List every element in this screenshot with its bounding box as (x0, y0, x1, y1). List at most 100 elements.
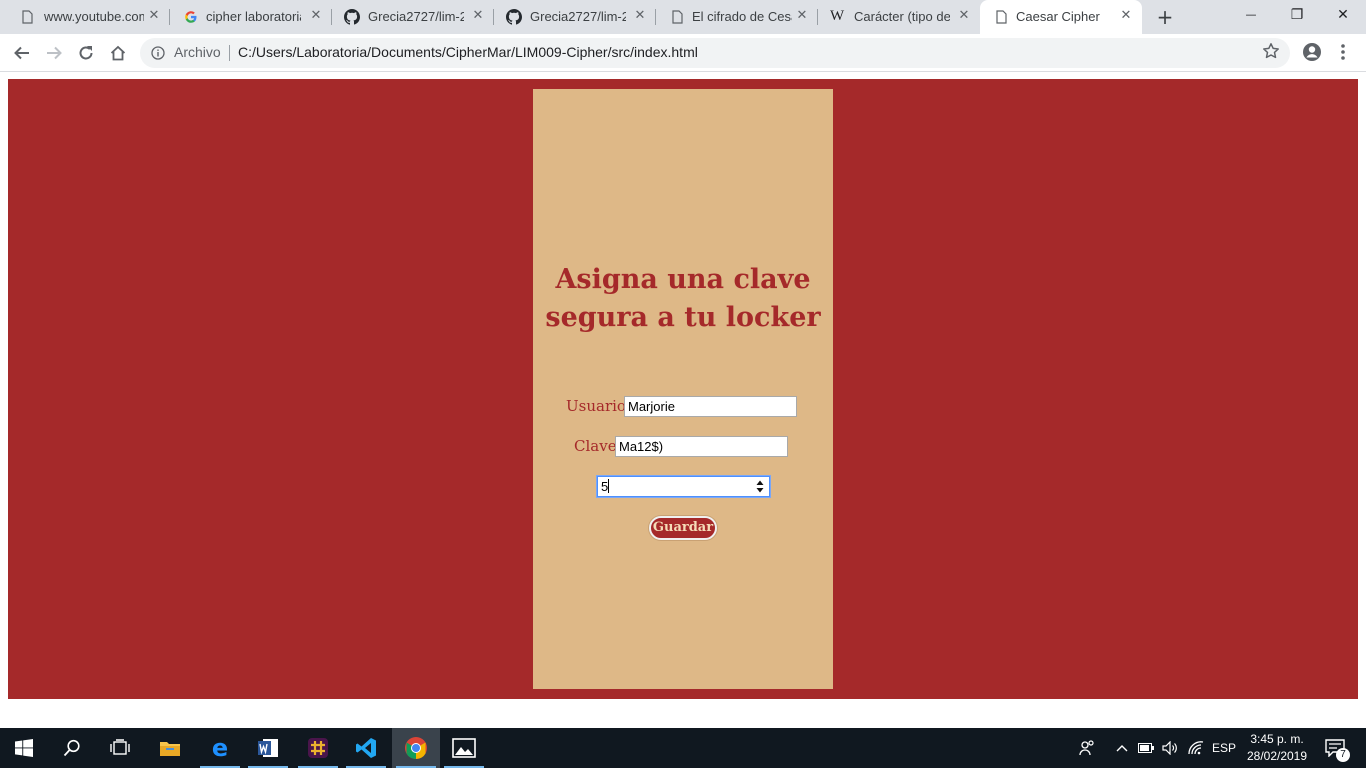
close-tab-icon[interactable]: ✕ (470, 8, 486, 24)
tab-title: Carácter (tipo de d (854, 9, 950, 24)
number-spinner-icon[interactable] (755, 479, 765, 494)
google-icon (185, 11, 197, 23)
start-button[interactable] (0, 728, 48, 768)
bookmark-star-icon[interactable] (1262, 42, 1280, 60)
reload-icon (79, 46, 93, 60)
user-label: Usuario (566, 397, 626, 415)
task-view-icon (110, 739, 130, 755)
tab-github-1[interactable]: Grecia2727/lim-20 ✕ (332, 0, 494, 34)
page-heading: Asigna una clave segura a tu locker (545, 264, 821, 333)
tab-title: cipher laboratoria (206, 9, 301, 24)
wikipedia-icon: W (830, 8, 845, 24)
page-icon (672, 10, 683, 24)
tab-youtube[interactable]: www.youtube.com ✕ (0, 0, 170, 34)
home-button[interactable] (107, 42, 129, 64)
tab-caracter-wikipedia[interactable]: W Carácter (tipo de d ✕ (818, 0, 980, 34)
info-icon[interactable] (151, 46, 165, 60)
vscode-icon (356, 738, 376, 758)
tab-title: Grecia2727/lim-20 (530, 9, 626, 24)
tab-cifrado-cesar[interactable]: El cifrado de Cesar ✕ (656, 0, 818, 34)
windows-taskbar: e ESP 3:45 p. m. 28/02/2019 7 (0, 728, 1366, 768)
maximize-button[interactable]: ❐ (1274, 0, 1320, 30)
tab-cipher-laboratoria[interactable]: cipher laboratoria ✕ (170, 0, 332, 34)
close-tab-icon[interactable]: ✕ (308, 8, 324, 24)
browser-toolbar: Archivo C:/Users/Laboratoria/Documents/C… (0, 34, 1366, 72)
minimize-button[interactable]: — (1228, 0, 1274, 30)
wifi-icon (1188, 741, 1204, 755)
close-tab-icon[interactable]: ✕ (794, 8, 810, 24)
action-center-button[interactable]: 7 (1320, 728, 1350, 768)
menu-dots-icon[interactable] (1336, 42, 1350, 62)
reload-button[interactable] (75, 42, 97, 64)
github-icon (506, 9, 522, 25)
tab-caesar-cipher[interactable]: Caesar Cipher ✕ (980, 0, 1142, 34)
close-tab-icon[interactable]: ✕ (632, 8, 648, 24)
chrome-icon (405, 737, 427, 759)
address-bar[interactable]: Archivo C:/Users/Laboratoria/Documents/C… (140, 38, 1290, 68)
battery-icon (1138, 743, 1154, 753)
file-explorer-icon (160, 742, 180, 756)
speaker-icon (1162, 741, 1177, 755)
volume-button[interactable] (1160, 728, 1180, 768)
new-tab-button[interactable]: + (1154, 6, 1176, 28)
word-icon (258, 739, 278, 757)
taskbar-search-button[interactable] (48, 728, 96, 768)
taskbar-file-explorer[interactable] (146, 728, 194, 768)
clock-date: 28/02/2019 (1246, 749, 1308, 763)
arrow-left-icon (14, 46, 29, 60)
battery-button[interactable] (1136, 728, 1156, 768)
tab-title: Caesar Cipher (1016, 9, 1100, 24)
tab-github-2[interactable]: Grecia2727/lim-20 ✕ (494, 0, 656, 34)
taskbar-word[interactable] (244, 728, 292, 768)
network-button[interactable] (1186, 728, 1206, 768)
save-button[interactable]: Guardar (649, 516, 717, 540)
taskbar-slack[interactable] (294, 728, 342, 768)
search-icon (63, 739, 80, 757)
close-tab-icon[interactable]: ✕ (146, 8, 162, 24)
forward-button[interactable] (43, 42, 65, 64)
windows-start-icon (15, 739, 33, 757)
tray-overflow-button[interactable] (1112, 728, 1132, 768)
tab-strip: www.youtube.com ✕ cipher laboratoria ✕ G… (0, 0, 1366, 34)
tab-title: www.youtube.com (44, 9, 144, 24)
people-icon (1079, 740, 1094, 756)
close-tab-icon[interactable]: ✕ (956, 8, 972, 24)
user-input[interactable]: Marjorie (624, 396, 797, 417)
slack-icon (308, 738, 328, 758)
page-icon (996, 10, 1007, 24)
locker-card: Asigna una clave segura a tu locker Usua… (533, 89, 833, 689)
people-button[interactable] (1074, 728, 1100, 768)
photos-icon (452, 738, 476, 758)
taskbar-edge[interactable]: e (196, 728, 244, 768)
page-background: Asigna una clave segura a tu locker Usua… (8, 79, 1358, 699)
language-indicator[interactable]: ESP (1210, 728, 1238, 768)
close-tab-icon[interactable]: ✕ (1118, 8, 1134, 24)
chevron-up-icon (1116, 745, 1128, 752)
back-button[interactable] (11, 42, 33, 64)
page-icon (22, 10, 33, 24)
omnibox-divider (229, 45, 230, 61)
notification-count-badge: 7 (1336, 748, 1350, 762)
offset-value: 5 (601, 479, 609, 494)
taskbar-vscode[interactable] (342, 728, 390, 768)
key-label: Clave (574, 437, 617, 455)
close-window-button[interactable]: ✕ (1320, 0, 1366, 30)
url-text[interactable]: C:/Users/Laboratoria/Documents/CipherMar… (238, 44, 698, 60)
task-view-button[interactable] (96, 728, 144, 768)
tab-title: El cifrado de Cesar (692, 9, 792, 24)
clock[interactable]: 3:45 p. m. 28/02/2019 (1240, 731, 1314, 765)
arrow-right-icon (47, 46, 62, 60)
tab-title: Grecia2727/lim-20 (368, 9, 464, 24)
security-chip[interactable]: Archivo (174, 44, 221, 60)
clock-time: 3:45 p. m. (1250, 732, 1304, 746)
text-caret (608, 479, 610, 493)
offset-number-input[interactable]: 5 (597, 476, 770, 497)
taskbar-chrome[interactable] (392, 728, 440, 768)
home-icon (110, 45, 126, 61)
github-icon (344, 9, 360, 25)
edge-icon: e (211, 734, 229, 762)
taskbar-photos[interactable] (440, 728, 488, 768)
key-input[interactable]: Ma12$) (615, 436, 788, 457)
page-viewport: Asigna una clave segura a tu locker Usua… (0, 73, 1366, 728)
profile-avatar-icon[interactable] (1302, 42, 1322, 62)
